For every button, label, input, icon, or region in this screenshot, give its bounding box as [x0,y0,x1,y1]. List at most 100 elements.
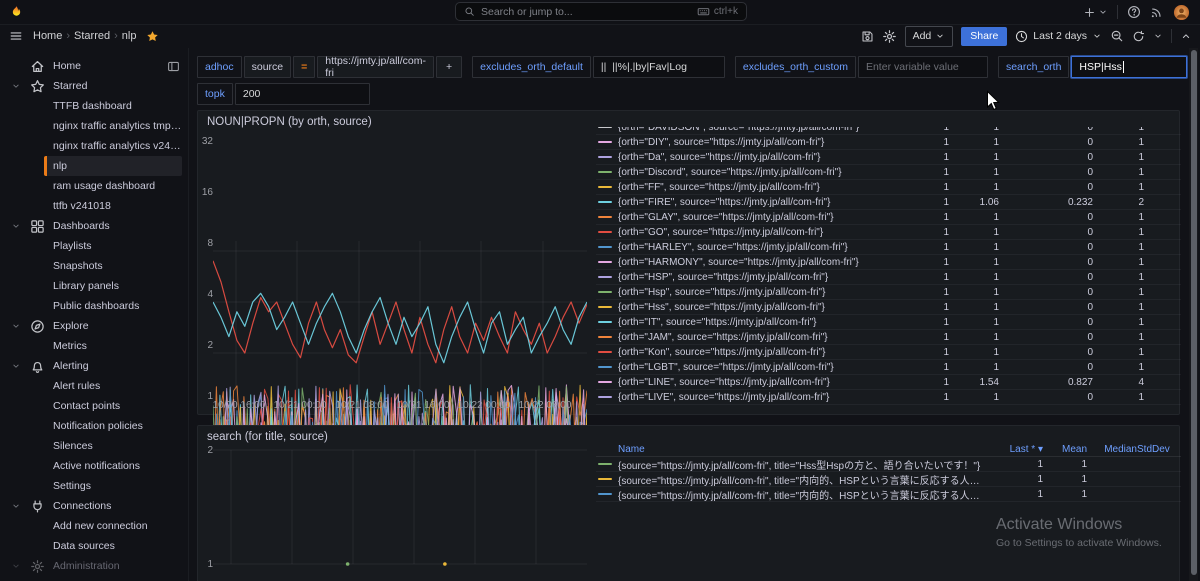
breadcrumb-starred[interactable]: Starred [74,30,110,42]
legend-col-header[interactable]: StdDev [1137,444,1181,455]
dock-sidebar-icon[interactable] [167,60,180,73]
save-dashboard-button[interactable] [861,30,874,43]
legend-series-name[interactable]: {orth="IT", source="https://jmty.jp/all/… [618,317,909,328]
legend-value: 0 [1087,301,1093,313]
legend-series-name[interactable]: {orth="FIRE", source="https://jmty.jp/al… [618,197,909,208]
nav-sidebar: Home Starred TTFB dashboard nginx traffic a… [0,48,189,581]
sidebar-item-administration[interactable]: Administration [0,556,188,576]
legend-series-name[interactable]: {orth="GLAY", source="https://jmty.jp/al… [618,212,909,223]
breadcrumb-home[interactable]: Home [33,30,62,42]
sidebar-item-connections[interactable]: Connections [0,496,188,516]
sidebar-item-home[interactable]: Home [0,56,188,76]
legend-series-name[interactable]: {orth="Kon", source="https://jmty.jp/all… [618,347,909,358]
legend-series-name[interactable]: {orth="GO", source="https://jmty.jp/all/… [618,227,909,238]
legend-series-name[interactable]: {orth="HARMONY", source="https://jmty.jp… [618,257,909,268]
sidebar-item-library-panels[interactable]: Library panels [44,276,182,296]
var-topk-label[interactable]: topk [197,83,233,105]
adhoc-filter-add-button[interactable]: + [436,56,463,78]
sidebar-item-settings[interactable]: Settings [44,476,182,496]
legend-series-name[interactable]: {orth="DIY", source="https://jmty.jp/all… [618,137,909,148]
sidebar-item-alert-rules[interactable]: Alert rules [44,376,182,396]
refresh-interval-button[interactable] [1153,31,1163,41]
sidebar-item-active-notifications[interactable]: Active notifications [44,456,182,476]
legend-series-name[interactable]: {source="https://jmty.jp/all/com-fri", t… [618,457,983,472]
legend-series-name[interactable]: {orth="FF", source="https://jmty.jp/all/… [618,182,909,193]
sidebar-item-starred[interactable]: Starred [0,76,188,96]
collapse-top-button[interactable] [1180,30,1192,42]
sidebar-item-snapshots[interactable]: Snapshots [44,256,182,276]
legend-col-header[interactable]: Mean [1043,444,1087,455]
refresh-button[interactable] [1132,30,1145,43]
sidebar-item-ttfb-dashboard[interactable]: TTFB dashboard [44,96,182,116]
sidebar-item-metrics[interactable]: Metrics [44,336,182,356]
star-icon [30,79,45,94]
add-panel-button[interactable]: Add [904,25,954,47]
help-button[interactable] [1127,5,1141,19]
time-range-picker[interactable]: Last 2 days [1015,30,1102,43]
sidebar-item-nginx-traffic-analytics-tmp-c[interactable]: nginx traffic analytics tmp C... [44,116,182,136]
legend-series-name[interactable]: {orth="Discord", source="https://jmty.jp… [618,167,909,178]
var-search-orth-label[interactable]: search_orth [997,56,1070,78]
sidebar-item-ram-usage-dashboard[interactable]: ram usage dashboard [44,176,182,196]
sidebar-item-label: Explore [53,320,89,332]
news-button[interactable] [1150,5,1164,19]
favorite-star-icon[interactable] [146,30,159,43]
sidebar-item-label: Metrics [53,340,87,352]
user-avatar[interactable] [1173,4,1190,21]
sidebar-item-silences[interactable]: Silences [44,436,182,456]
var-search-orth-input[interactable]: HSP|Hss [1071,56,1187,78]
var-excludes-orth-default-input[interactable] [592,56,725,78]
legend-series-name[interactable]: {orth="DAVIDSON", source="https://jmty.j… [618,127,909,133]
adhoc-filter-operator[interactable]: = [293,56,316,78]
var-excludes-orth-default-label[interactable]: excludes_orth_default [472,56,591,78]
sidebar-item-ttfb-v241018[interactable]: ttfb v241018 [44,196,182,216]
sidebar-item-notification-policies[interactable]: Notification policies [44,416,182,436]
panel-title[interactable]: search (for title, source) [207,431,328,443]
adhoc-filter-value[interactable]: https://jmty.jp/all/com-fri [317,55,435,79]
dashboard-variables: adhoc source = https://jmty.jp/all/com-f… [197,55,1187,110]
legend-value: 1 [1138,286,1144,298]
sidebar-item-playlists[interactable]: Playlists [44,236,182,256]
legend-series-name[interactable]: {orth="Da", source="https://jmty.jp/all/… [618,152,909,163]
sidebar-item-public-dashboards[interactable]: Public dashboards [44,296,182,316]
var-topk-input[interactable] [234,83,370,105]
sidebar-item-explore[interactable]: Explore [0,316,188,336]
sidebar-item-nginx-traffic-analytics-v241015[interactable]: nginx traffic analytics v241015 [44,136,182,156]
grafana-logo[interactable] [8,4,25,21]
share-button[interactable]: Share [961,26,1008,46]
timeseries-chart[interactable] [213,446,587,581]
legend-series-name[interactable]: {orth="HSP", source="https://jmty.jp/all… [618,272,909,283]
legend-series-name[interactable]: {orth="Hsp", source="https://jmty.jp/all… [618,287,909,298]
sidebar-item-nlp[interactable]: nlp [44,156,182,176]
zoom-out-time-button[interactable] [1110,29,1124,43]
legend-series-name[interactable]: {orth="JAM", source="https://jmty.jp/all… [618,332,909,343]
legend-col-name[interactable]: Name [596,444,983,455]
legend-series-name[interactable]: {orth="HARLEY", source="https://jmty.jp/… [618,242,909,253]
legend-value: 1 [1081,488,1087,500]
var-excludes-orth-custom-label[interactable]: excludes_orth_custom [734,56,856,78]
search-input[interactable]: Search or jump to... ctrl+k [455,2,747,21]
legend-series-name[interactable]: {orth="LGBT", source="https://jmty.jp/al… [618,362,909,373]
sidebar-item-alerting[interactable]: Alerting [0,356,188,376]
legend-col-header[interactable]: Last * ▾ [983,444,1043,455]
legend-col-header[interactable]: Median [1087,444,1137,455]
breadcrumb-nlp[interactable]: nlp [122,30,137,42]
legend-series-name[interactable]: {source="https://jmty.jp/all/com-fri", t… [618,472,983,487]
dashboard-settings-button[interactable] [882,29,897,44]
sidebar-item-dashboards[interactable]: Dashboards [0,216,188,236]
menu-toggle-button[interactable] [9,29,23,43]
panel-title[interactable]: NOUN|PROPN (by orth, source) [207,116,372,128]
sidebar-item-add-new-connection[interactable]: Add new connection [44,516,182,536]
adhoc-filter-key[interactable]: source [243,56,292,78]
legend-series-name[interactable]: {orth="LINE", source="https://jmty.jp/al… [618,377,909,388]
clock-icon [1015,30,1028,43]
new-menu-button[interactable] [1083,6,1108,19]
legend-series-name[interactable]: {source="https://jmty.jp/all/com-fri", t… [618,487,983,502]
legend-series-name[interactable]: {orth="Hss", source="https://jmty.jp/all… [618,302,909,313]
sidebar-item-data-sources[interactable]: Data sources [44,536,182,556]
sidebar-item-contact-points[interactable]: Contact points [44,396,182,416]
var-excludes-orth-custom-input[interactable] [857,56,988,78]
adhoc-filter-label[interactable]: adhoc [197,56,242,78]
scrollbar-thumb[interactable] [1190,50,1197,575]
legend-series-name[interactable]: {orth="LIVE", source="https://jmty.jp/al… [618,392,909,403]
